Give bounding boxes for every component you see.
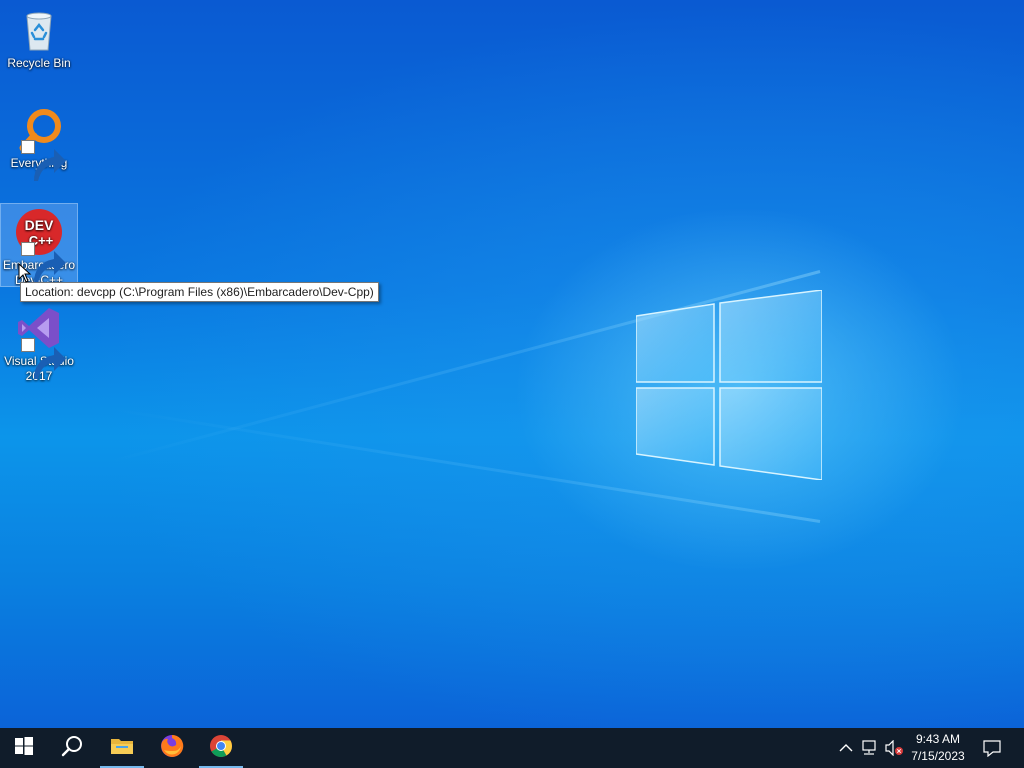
desktop-icon-recycle-bin[interactable]: Recycle Bin [1,2,77,76]
location-tooltip: Location: devcpp (C:\Program Files (x86)… [20,282,379,302]
windows-wallpaper-logo [635,289,823,481]
taskbar-chrome[interactable] [197,728,245,768]
taskbar-firefox[interactable] [148,728,196,768]
desktop-icon-everything[interactable]: Everything [1,102,77,181]
chevron-up-icon[interactable] [836,738,856,758]
desktop-icon-visual-studio[interactable]: Visual Studio 2017 [1,300,77,386]
search-icon [61,735,83,762]
firefox-icon [160,734,184,763]
volume-muted-icon[interactable] [884,738,904,758]
chrome-icon [209,734,233,763]
devcpp-icon: DEV C++ [15,208,66,283]
shortcut-arrow-icon [21,338,66,379]
windows-start-icon [15,736,33,760]
visual-studio-icon [15,304,66,379]
start-button[interactable] [0,728,48,768]
shortcut-arrow-icon [21,140,66,181]
recycle-bin-icon [15,6,63,54]
desktop-icon-devcpp[interactable]: DEV C++ Embarcadero Dev-C++ [0,203,78,287]
mouse-cursor-icon [18,262,32,283]
svg-text:DEV: DEV [25,217,54,233]
search-button[interactable] [48,728,96,768]
taskbar-file-explorer[interactable] [98,728,146,768]
folder-icon [110,736,134,761]
clock-time: 9:43 AM [915,732,961,746]
shortcut-arrow-icon [21,242,66,283]
desktop[interactable]: Recycle Bin Everything DEV C++ Embarcade… [0,0,1024,728]
everything-search-icon [15,106,66,181]
notification-icon[interactable] [982,738,1002,758]
taskbar: 9:43 AM 7/15/2023 [0,728,1024,768]
network-icon[interactable] [860,738,880,758]
system-clock[interactable]: 9:43 AM 7/15/2023 [906,731,970,765]
desktop-icon-label: Recycle Bin [7,56,71,70]
clock-date: 7/15/2023 [911,749,965,763]
